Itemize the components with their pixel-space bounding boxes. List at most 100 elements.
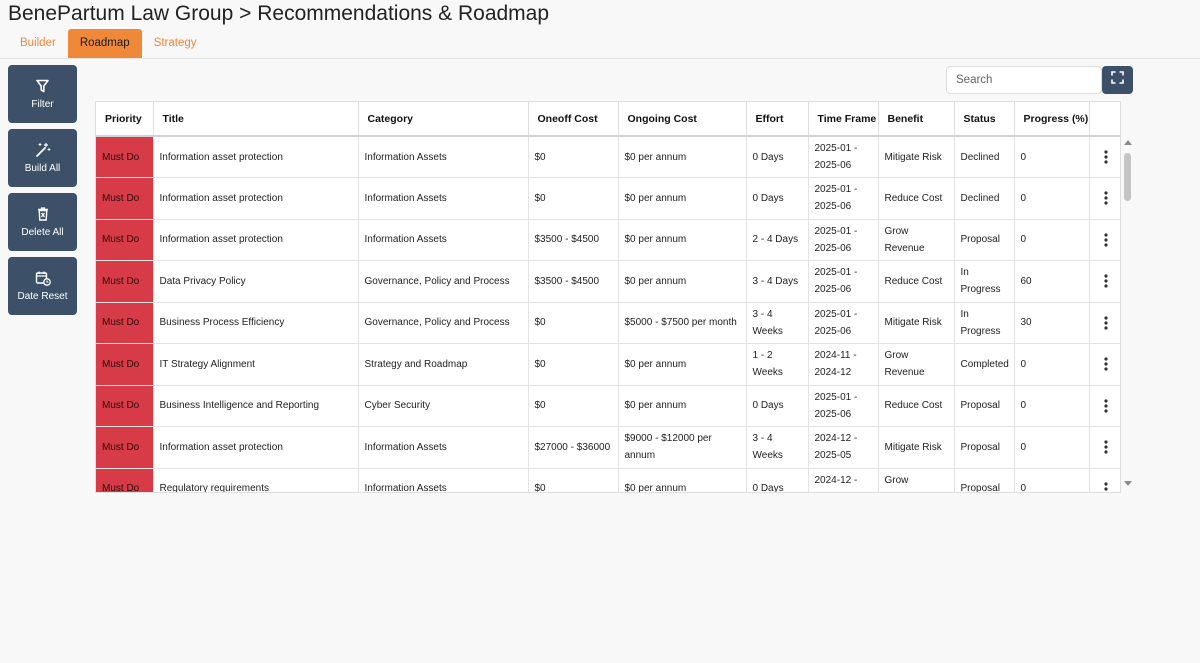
column-header[interactable]: Progress (%) <box>1014 102 1090 137</box>
oneoff-cost-cell: $0 <box>528 385 619 427</box>
benefit-cell: Mitigate Risk <box>878 302 955 344</box>
progress-cell: 30 <box>1014 302 1090 344</box>
title-cell: Business Intelligence and Reporting <box>153 385 359 427</box>
build-all-label: Build All <box>24 163 61 174</box>
column-header[interactable]: Effort <box>746 102 809 137</box>
table-row[interactable]: Must Do Information asset protection Infor… <box>96 426 1120 469</box>
vertical-ellipsis-icon[interactable] <box>1099 190 1113 206</box>
page-title: BenePartum Law Group > Recommendations &… <box>8 2 550 25</box>
row-actions-cell <box>1089 260 1120 303</box>
ongoing-cost-cell: $0 per annum <box>618 343 747 386</box>
delete-all-label: Delete All <box>21 227 64 238</box>
effort-cell: 0 Days <box>746 468 809 492</box>
effort-cell: 3 - 4 Days <box>746 260 809 303</box>
oneoff-cost-cell: $0 <box>528 177 619 220</box>
title-cell: Regulatory requirements <box>153 468 359 492</box>
ongoing-cost-cell: $9000 - $12000 per annum <box>618 426 747 469</box>
status-cell: Proposal <box>954 468 1015 492</box>
table-row[interactable]: Must Do Regulatory requirements Informatio… <box>96 468 1120 492</box>
date-reset-label: Date Reset <box>17 291 68 302</box>
title-cell: Data Privacy Policy <box>153 260 359 303</box>
vertical-ellipsis-icon[interactable] <box>1099 315 1113 331</box>
time-frame-cell: 2024-12 - 2025-05 <box>808 426 879 469</box>
ongoing-cost-cell: $0 per annum <box>618 260 747 303</box>
category-cell: Information Assets <box>358 219 529 261</box>
table-row[interactable]: Must Do Data Privacy Policy Governance, Po… <box>96 260 1120 303</box>
build-all-button[interactable]: Build All <box>8 129 77 187</box>
time-frame-end: 2025-06 <box>814 242 852 254</box>
table-row[interactable]: Must Do Information asset protection Infor… <box>96 136 1120 178</box>
tab-builder[interactable]: Builder <box>8 29 68 58</box>
effort-cell: 0 Days <box>746 136 809 178</box>
column-header[interactable]: Oneoff Cost <box>528 102 619 137</box>
vertical-ellipsis-icon[interactable] <box>1099 273 1113 289</box>
column-header[interactable]: Title <box>153 102 359 137</box>
row-actions-cell <box>1089 426 1120 469</box>
table-row[interactable]: Must Do Information asset protection Infor… <box>96 219 1120 261</box>
column-header[interactable]: Priority <box>96 102 154 137</box>
benefit-cell: Reduce Cost <box>878 177 955 220</box>
row-actions-cell <box>1089 302 1120 344</box>
row-actions-cell <box>1089 385 1120 427</box>
category-cell: Strategy and Roadmap <box>358 343 529 386</box>
date-reset-button[interactable]: Date Reset <box>8 257 77 315</box>
row-actions-cell <box>1089 343 1120 386</box>
category-cell: Governance, Policy and Process <box>358 260 529 303</box>
column-header[interactable] <box>1089 102 1120 137</box>
column-header[interactable]: Category <box>358 102 529 137</box>
time-frame-start: 2025-01 - <box>814 184 858 196</box>
category-cell: Cyber Security <box>358 385 529 427</box>
priority-cell: Must Do <box>96 260 154 303</box>
ongoing-cost-cell: $0 per annum <box>618 385 747 427</box>
delete-all-button[interactable]: Delete All <box>8 193 77 251</box>
time-frame-start: 2025-01 - <box>814 391 858 403</box>
priority-cell: Must Do <box>96 343 154 386</box>
vertical-ellipsis-icon[interactable] <box>1099 481 1113 492</box>
time-frame-cell: 2025-01 - 2025-06 <box>808 177 879 220</box>
vertical-ellipsis-icon[interactable] <box>1099 439 1113 455</box>
effort-cell: 2 - 4 Days <box>746 219 809 261</box>
vertical-ellipsis-icon[interactable] <box>1099 149 1113 165</box>
status-cell: Completed <box>954 343 1015 386</box>
column-header[interactable]: Status <box>954 102 1015 137</box>
filter-label: Filter <box>31 99 54 110</box>
time-frame-start: 2024-12 - <box>814 474 858 486</box>
benefit-cell: Reduce Cost <box>878 385 955 427</box>
vertical-ellipsis-icon[interactable] <box>1099 398 1113 414</box>
tab-roadmap[interactable]: Roadmap <box>67 29 142 58</box>
vertical-ellipsis-icon[interactable] <box>1099 232 1113 248</box>
progress-cell: 0 <box>1014 219 1090 261</box>
row-actions-cell <box>1089 136 1120 178</box>
filter-button[interactable]: Filter <box>8 65 77 123</box>
time-frame-start: 2024-11 - <box>814 350 857 362</box>
scrollbar-thumb[interactable] <box>1124 153 1131 201</box>
search-input[interactable] <box>946 66 1102 94</box>
table-row[interactable]: Must Do Business Intelligence and Reporti… <box>96 385 1120 427</box>
effort-cell: 0 Days <box>746 177 809 220</box>
title-cell: Information asset protection <box>153 219 359 261</box>
oneoff-cost-cell: $0 <box>528 343 619 386</box>
status-cell: In Progress <box>954 260 1015 303</box>
column-header[interactable]: Time Frame <box>808 102 879 137</box>
scroll-down-arrow[interactable] <box>1124 481 1132 486</box>
table-row[interactable]: Must Do IT Strategy Alignment Strategy and… <box>96 343 1120 386</box>
column-header[interactable]: Ongoing Cost <box>618 102 747 137</box>
time-frame-cell: 2025-01 - 2025-06 <box>808 385 879 427</box>
ongoing-cost-cell: $0 per annum <box>618 136 747 178</box>
oneoff-cost-cell: $27000 - $36000 <box>528 426 619 469</box>
table-row[interactable]: Must Do Business Process Efficiency Govern… <box>96 302 1120 344</box>
tab-strategy[interactable]: Strategy <box>142 29 209 58</box>
fullscreen-button[interactable] <box>1102 66 1133 94</box>
status-cell: In Progress <box>954 302 1015 344</box>
time-frame-end: 2024-12 <box>814 367 852 379</box>
oneoff-cost-cell: $3500 - $4500 <box>528 260 619 303</box>
time-frame-cell: 2025-01 - 2025-06 <box>808 302 879 344</box>
table-row[interactable]: Must Do Information asset protection Infor… <box>96 177 1120 220</box>
row-actions-cell <box>1089 468 1120 492</box>
funnel-icon <box>35 78 51 94</box>
scroll-up-arrow[interactable] <box>1124 140 1132 145</box>
vertical-ellipsis-icon[interactable] <box>1099 356 1113 372</box>
benefit-cell: Grow Revenue <box>878 468 955 492</box>
time-frame-end: 2025-06 <box>814 201 852 213</box>
column-header[interactable]: Benefit <box>878 102 955 137</box>
